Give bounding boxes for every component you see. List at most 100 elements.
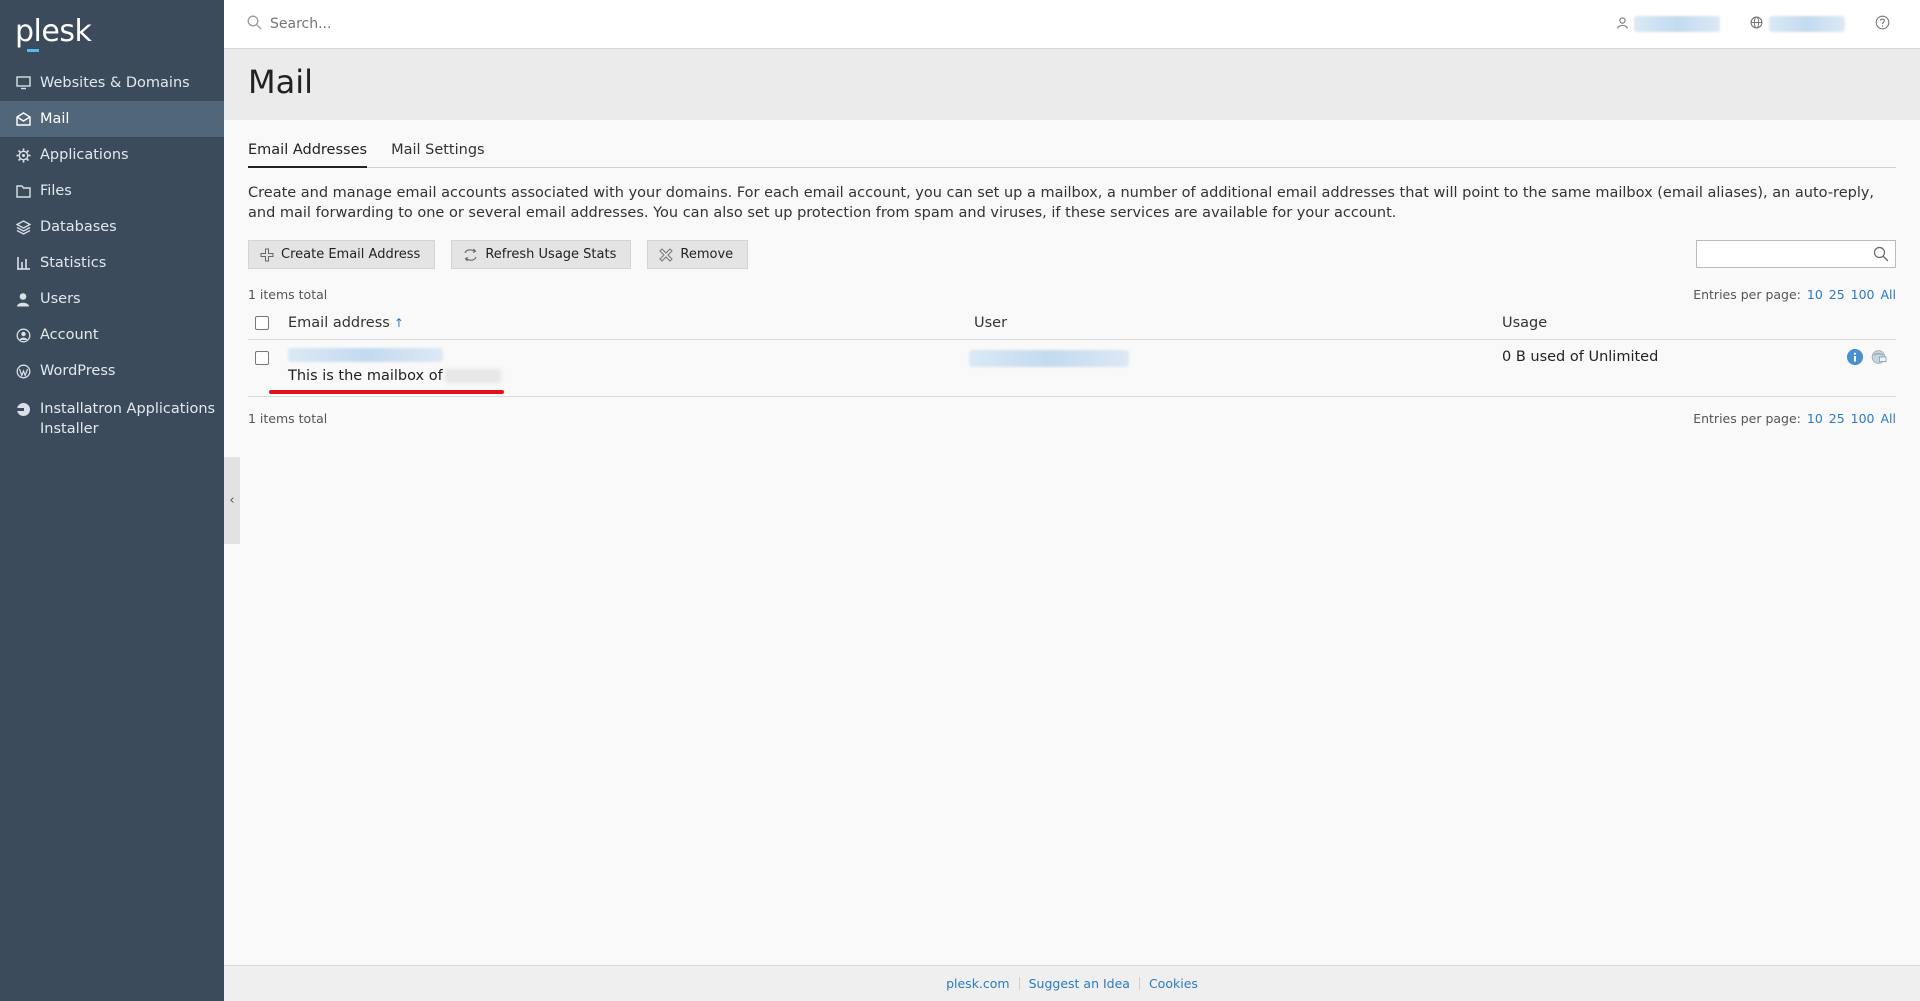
list-meta-top: 1 items total Entries per page: 10 25 10… <box>248 284 1896 304</box>
sidebar-item-label: Applications <box>40 147 129 163</box>
email-address-redacted[interactable] <box>288 348 443 362</box>
tab-bar: Email Addresses Mail Settings <box>248 120 1896 168</box>
search-icon <box>247 15 262 34</box>
global-search-input[interactable] <box>270 16 670 32</box>
sidebar-item-installatron[interactable]: Installatron Applications Installer <box>0 389 224 445</box>
sidebar-item-users[interactable]: Users <box>0 281 224 317</box>
footer: plesk.com Suggest an Idea Cookies <box>224 965 1920 1001</box>
sidebar-item-label: Statistics <box>40 255 107 271</box>
sidebar-item-databases[interactable]: Databases <box>0 209 224 245</box>
sidebar-item-label: Users <box>40 291 81 307</box>
sidebar-item-websites-domains[interactable]: Websites & Domains <box>0 65 224 101</box>
plesk-logo[interactable]: plesk <box>0 0 224 64</box>
sidebar-item-label: Files <box>40 183 72 199</box>
sidebar: plesk Websites & Domains Mail Applicatio… <box>0 0 224 1001</box>
global-search <box>224 15 1587 34</box>
wordpress-icon <box>15 363 31 379</box>
sidebar-item-statistics[interactable]: Statistics <box>0 245 224 281</box>
entries-option-10[interactable]: 10 <box>1807 287 1823 302</box>
usage-cell: 0 B used of Unlimited <box>1502 349 1659 365</box>
gear-icon <box>15 147 31 163</box>
remove-label: Remove <box>680 247 734 262</box>
sidebar-item-account[interactable]: Account <box>0 317 224 353</box>
list-toolbar: Create Email Address Refresh Usage Stats… <box>248 240 1896 269</box>
user-cell <box>969 350 1129 367</box>
remove-icon <box>659 247 674 262</box>
layers-icon <box>15 219 31 235</box>
info-icon[interactable] <box>1847 349 1863 365</box>
entries-option-25[interactable]: 25 <box>1829 287 1845 302</box>
webmail-icon[interactable] <box>1871 349 1887 365</box>
owner-name-redacted <box>444 369 501 383</box>
row-actions <box>1847 349 1887 365</box>
column-user[interactable]: User <box>974 315 1502 331</box>
account-icon <box>15 327 31 343</box>
entries-option-100[interactable]: 100 <box>1851 411 1875 426</box>
search-icon[interactable] <box>1873 246 1889 266</box>
user-menu[interactable] <box>1617 15 1720 33</box>
entries-per-page: Entries per page: 10 25 100 All <box>1693 411 1896 426</box>
list-meta-bottom: 1 items total Entries per page: 10 25 10… <box>248 408 1896 428</box>
select-all-checkbox[interactable] <box>255 316 269 330</box>
remove-button[interactable]: Remove <box>647 240 749 269</box>
refresh-usage-stats-button[interactable]: Refresh Usage Stats <box>451 240 632 269</box>
table-row: This is the mailbox of 0 B used of Unlim… <box>248 340 1896 397</box>
subscription-name-redacted <box>1769 16 1845 32</box>
items-total: 1 items total <box>248 286 328 302</box>
sort-ascending-icon: ↑ <box>393 316 404 330</box>
sidebar-item-wordpress[interactable]: WordPress <box>0 353 224 389</box>
list-search-input[interactable] <box>1697 241 1867 267</box>
bar-chart-icon <box>15 255 31 271</box>
sidebar-item-label: Mail <box>40 111 70 127</box>
mail-icon <box>15 111 31 127</box>
subscription-menu[interactable] <box>1750 15 1845 33</box>
entries-option-100[interactable]: 100 <box>1851 287 1875 302</box>
footer-link-plesk[interactable]: plesk.com <box>937 976 1019 991</box>
refresh-usage-stats-label: Refresh Usage Stats <box>485 247 617 262</box>
footer-link-suggest-idea[interactable]: Suggest an Idea <box>1020 976 1139 991</box>
column-usage[interactable]: Usage <box>1502 315 1896 331</box>
sidebar-item-label: Installatron Applications Installer <box>40 401 216 437</box>
entries-per-page: Entries per page: 10 25 100 All <box>1693 287 1896 302</box>
row-checkbox[interactable] <box>255 351 269 365</box>
sidebar-item-applications[interactable]: Applications <box>0 137 224 173</box>
sidebar-item-mail[interactable]: Mail <box>0 101 224 137</box>
mailbox-description-text: This is the mailbox of <box>288 368 443 384</box>
column-email-address[interactable]: Email address ↑ <box>288 315 974 331</box>
entries-per-page-label: Entries per page: <box>1693 286 1801 302</box>
installatron-icon <box>15 401 31 417</box>
email-cell: This is the mailbox of <box>269 348 504 394</box>
topbar-right <box>1587 15 1890 34</box>
entries-option-25[interactable]: 25 <box>1829 411 1845 426</box>
sidebar-item-label: Account <box>40 327 99 343</box>
topbar <box>224 0 1920 49</box>
sidebar-nav: Websites & Domains Mail Applications Fil… <box>0 65 224 445</box>
main-content: Email Addresses Mail Settings Create and… <box>248 120 1896 428</box>
sidebar-item-files[interactable]: Files <box>0 173 224 209</box>
create-email-address-button[interactable]: Create Email Address <box>248 240 436 269</box>
tab-mail-settings[interactable]: Mail Settings <box>391 142 485 168</box>
entries-per-page-label: Entries per page: <box>1693 410 1801 426</box>
entries-option-all[interactable]: All <box>1881 287 1897 302</box>
user-icon <box>1617 15 1628 33</box>
sidebar-item-label: WordPress <box>40 363 116 379</box>
page-description: Create and manage email accounts associa… <box>248 185 1875 221</box>
tab-email-addresses[interactable]: Email Addresses <box>248 142 368 168</box>
footer-link-cookies[interactable]: Cookies <box>1140 976 1207 991</box>
entries-option-all[interactable]: All <box>1881 411 1897 426</box>
help-menu[interactable] <box>1875 15 1890 34</box>
email-addresses-table: Email address ↑ User Usage This is the m… <box>248 307 1896 397</box>
table-header: Email address ↑ User Usage <box>248 307 1896 340</box>
sidebar-item-label: Databases <box>40 219 117 235</box>
logo-text: plesk <box>15 14 92 49</box>
entries-option-10[interactable]: 10 <box>1807 411 1823 426</box>
mailbox-description: This is the mailbox of <box>269 368 504 394</box>
sidebar-collapse-toggle[interactable]: ‹ <box>224 457 240 544</box>
sidebar-item-label: Websites & Domains <box>40 75 190 91</box>
globe-icon <box>1750 15 1763 33</box>
list-search-field[interactable] <box>1696 240 1896 268</box>
page-header: Mail <box>224 49 1920 120</box>
create-email-address-label: Create Email Address <box>281 247 421 262</box>
user-name-redacted[interactable] <box>969 350 1129 367</box>
folder-icon <box>15 183 31 199</box>
